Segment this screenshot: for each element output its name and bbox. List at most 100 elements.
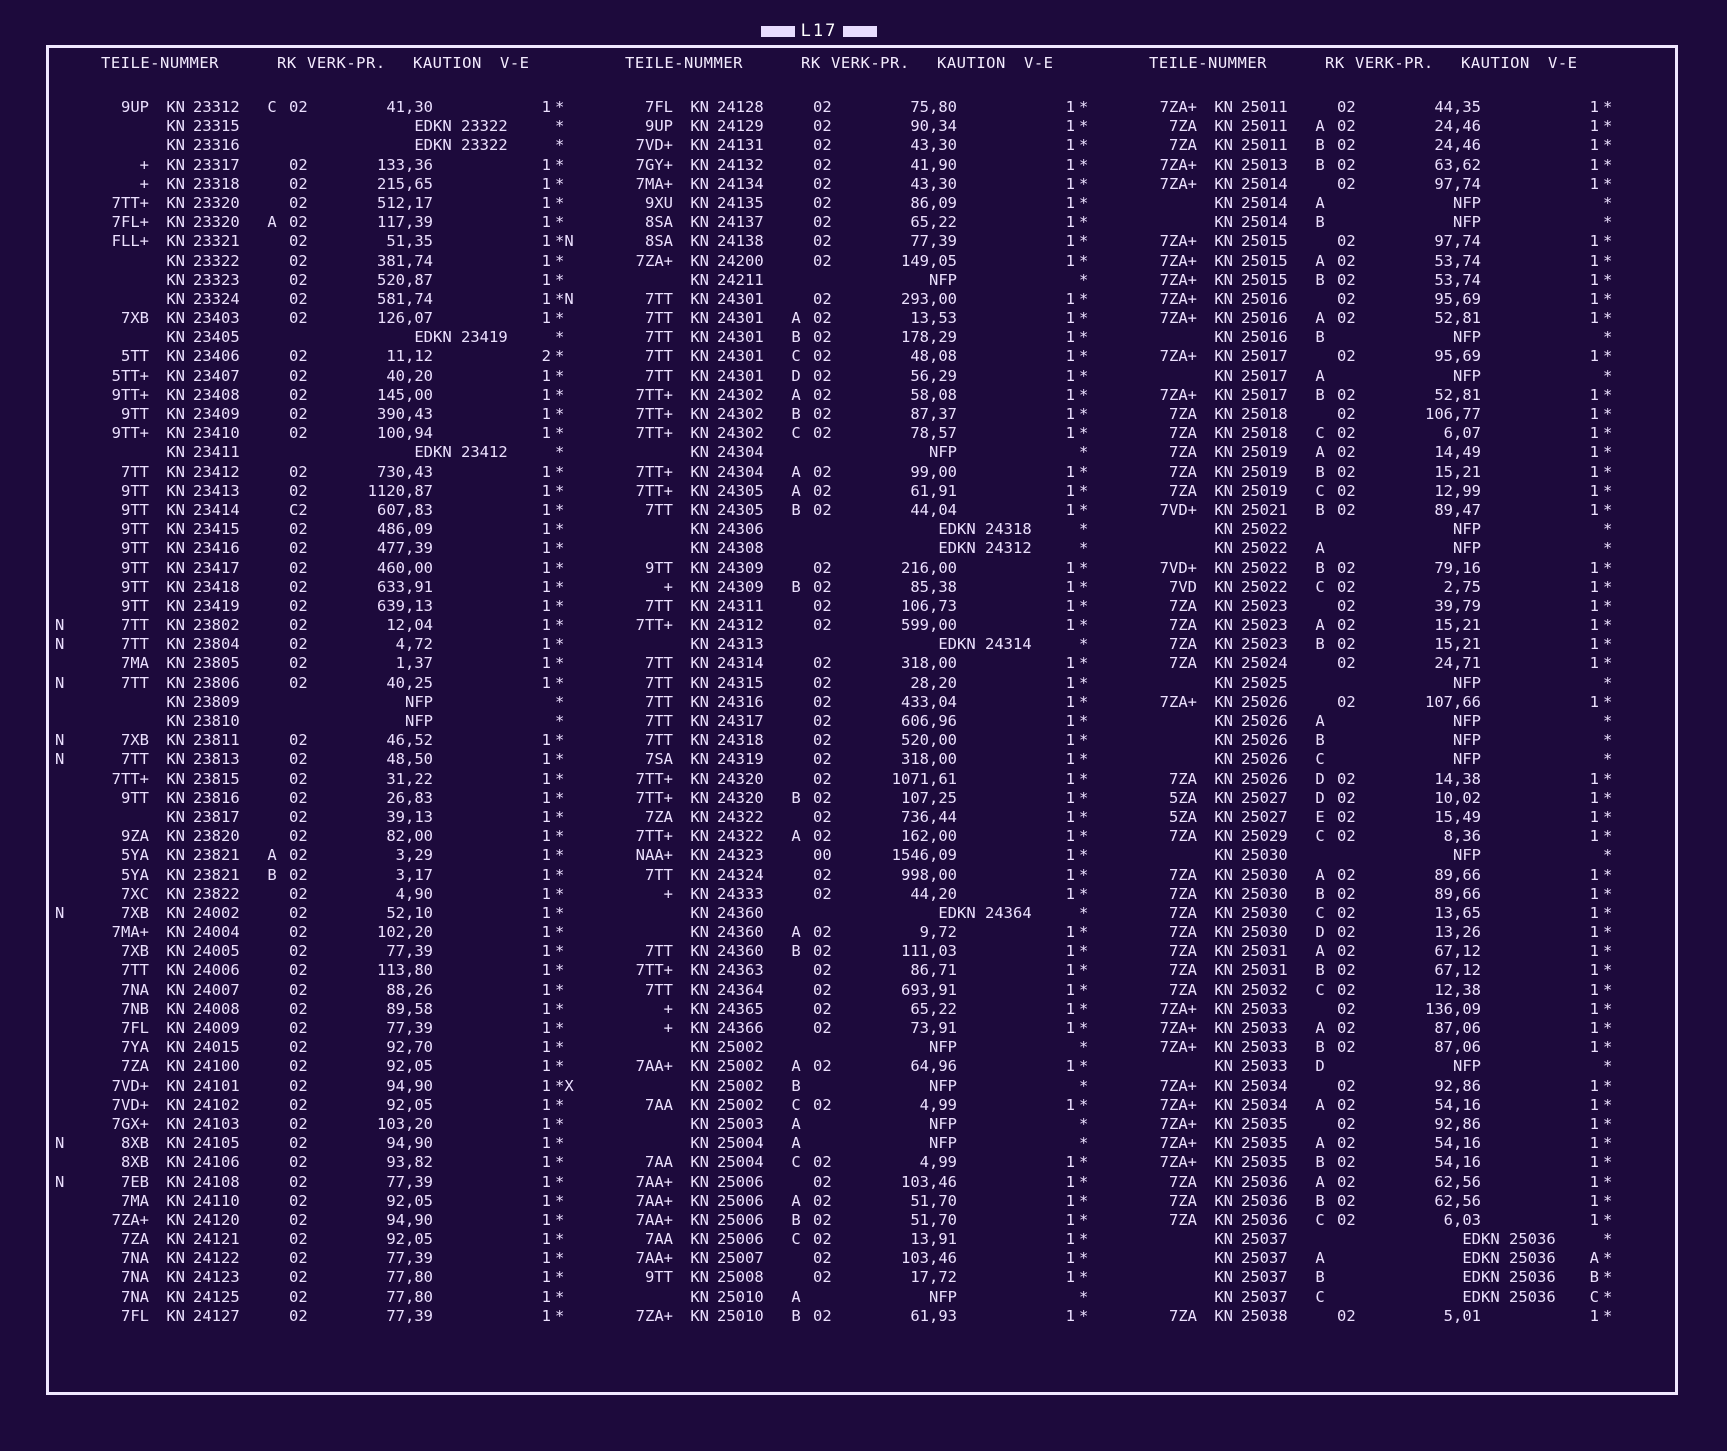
price: 599,00 — [901, 616, 957, 635]
marker: * — [1079, 1191, 1089, 1210]
marker: * — [555, 1249, 565, 1268]
marker: * — [555, 961, 565, 980]
rk-code: 02 — [1337, 884, 1356, 903]
marker: * — [1079, 98, 1089, 116]
marker: * — [1079, 1268, 1089, 1287]
price: NFP — [929, 270, 957, 289]
table-row: KN 23810 NFP * — [55, 712, 577, 731]
marker: * — [1603, 999, 1613, 1018]
variant: C — [267, 98, 277, 116]
rk-code: 02 — [1337, 827, 1356, 846]
variant: A — [791, 827, 801, 846]
part-number: 25019 — [1241, 481, 1288, 500]
part-number: 23813 — [193, 750, 240, 769]
variant: B — [1315, 328, 1325, 347]
part-number: 25016 — [1241, 328, 1288, 347]
rk-code: 02 — [813, 1210, 832, 1229]
rk-code: 02 — [1337, 961, 1356, 980]
quantity: 1 — [1589, 942, 1599, 961]
marker: * — [1079, 1076, 1089, 1095]
price: 77,39 — [910, 232, 957, 251]
table-row: KN 25030 NFP * — [1103, 846, 1625, 865]
quantity: 1 — [1065, 1153, 1075, 1172]
kn-prefix: KN — [1214, 980, 1233, 999]
kn-prefix: KN — [690, 193, 709, 212]
price: 89,47 — [1434, 500, 1481, 519]
part-number: 25037 — [1241, 1249, 1288, 1268]
kn-prefix: KN — [166, 1134, 185, 1153]
marker: * — [1603, 827, 1613, 846]
rk-code: 02 — [289, 616, 308, 635]
rk-code: 02 — [813, 232, 832, 251]
marker: * — [1079, 980, 1089, 999]
table-row: 9TT KN 25008 02 17,72 1 * — [579, 1268, 1101, 1287]
quantity: 1 — [1589, 500, 1599, 519]
kn-prefix: KN — [1214, 558, 1233, 577]
marker: * — [1603, 1114, 1613, 1133]
price: 106,77 — [1425, 405, 1481, 423]
part-number: 23413 — [193, 481, 240, 500]
group-code: 7ZA — [1169, 596, 1197, 615]
price: 2,75 — [1443, 577, 1481, 596]
quantity: 1 — [1589, 136, 1599, 155]
table-row: 7ZA KN 25023 B 02 15,21 1 * — [1103, 635, 1625, 654]
part-number: 24009 — [193, 1019, 240, 1037]
rk-code: 02 — [813, 347, 832, 366]
variant: C — [791, 347, 801, 366]
marker: * — [555, 980, 565, 999]
quantity: 1 — [1065, 1191, 1075, 1210]
table-row: 7TT+ KN 24302 B 02 87,37 1 * — [579, 405, 1101, 424]
quantity: 1 — [1589, 405, 1599, 423]
price: 318,00 — [901, 750, 957, 769]
price: NFP — [1453, 750, 1481, 769]
quantity: 1 — [1065, 596, 1075, 615]
group-code: 7VD+ — [111, 1076, 149, 1095]
quantity: 1 — [1065, 558, 1075, 577]
price: NFP — [1453, 193, 1481, 212]
price: 92,05 — [386, 1230, 433, 1249]
marker: * — [555, 692, 565, 711]
part-number: 25030 — [1241, 846, 1288, 865]
marker: * — [1603, 232, 1613, 251]
part-number: 23324 — [193, 289, 240, 308]
kn-prefix: KN — [1214, 328, 1233, 347]
table-row: KN 23323 02 520,87 1 * — [55, 271, 577, 290]
marker: * — [555, 1191, 565, 1210]
price: 100,94 — [377, 424, 433, 443]
table-row: 7TT KN 24301 D 02 56,29 1 * — [579, 367, 1101, 386]
table-row: 7MA+ KN 24134 02 43,30 1 * — [579, 175, 1101, 194]
rk-code: 02 — [813, 155, 832, 174]
table-row: N 8XB KN 24105 02 94,90 1 * — [55, 1134, 577, 1153]
table-row: + KN 24309 B 02 85,38 1 * — [579, 578, 1101, 597]
price: 41,90 — [910, 155, 957, 174]
part-number: 24134 — [717, 174, 764, 193]
price: 51,70 — [910, 1191, 957, 1210]
rk-code: 02 — [289, 1038, 308, 1057]
part-number: 25019 — [1241, 443, 1288, 462]
part-number: 25017 — [1241, 347, 1288, 366]
quantity: 1 — [541, 270, 551, 289]
marker: * — [555, 750, 565, 769]
table-row: 7ZA+ KN 25016 02 95,69 1 * — [1103, 290, 1625, 309]
table-row: 9TT KN 23415 02 486,09 1 * — [55, 520, 577, 539]
quantity: 1 — [541, 961, 551, 980]
part-number: 25036 — [1241, 1191, 1288, 1210]
group-code: + — [663, 999, 673, 1018]
kn-prefix: KN — [1214, 232, 1233, 251]
kn-prefix: KN — [1214, 1057, 1233, 1076]
group-code: 7ZA — [1169, 117, 1197, 136]
marker: * — [1079, 424, 1089, 443]
quantity: 1 — [541, 1191, 551, 1210]
price: 433,04 — [901, 692, 957, 711]
marker: * — [1603, 289, 1613, 308]
variant: C — [1315, 980, 1325, 999]
table-row: 7ZA+ KN 25035 B 02 54,16 1 * — [1103, 1153, 1625, 1172]
rk-code: 02 — [813, 98, 832, 116]
table-row: 7TT+ KN 24320 02 1071,61 1 * — [579, 770, 1101, 789]
group-code: 7ZA — [1169, 635, 1197, 654]
part-number: 23802 — [193, 616, 240, 635]
rk-code: 02 — [813, 1019, 832, 1037]
table-row: 7FL KN 24127 02 77,39 1 * — [55, 1307, 577, 1326]
group-code: 7TT — [645, 942, 673, 961]
kn-prefix: KN — [166, 1306, 185, 1325]
